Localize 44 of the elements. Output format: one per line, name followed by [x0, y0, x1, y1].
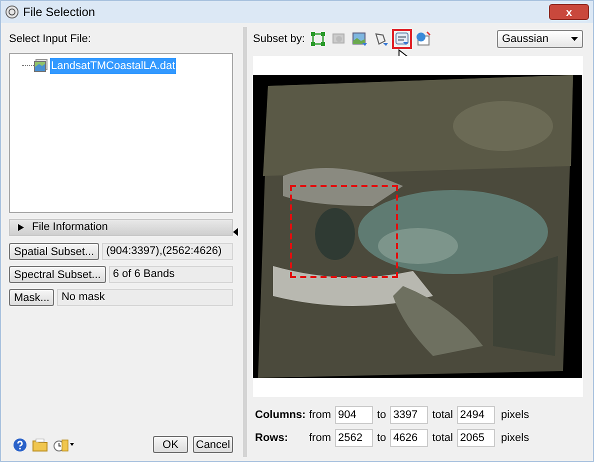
field-label: to: [377, 430, 386, 446]
field-label: total: [432, 408, 453, 423]
dialog-button[interactable]: Cancel: [193, 436, 233, 453]
dropdown-arrow-icon: [571, 37, 578, 41]
subset-button[interactable]: Mask...: [9, 288, 54, 306]
input-field[interactable]: 2494: [456, 406, 495, 424]
polygon-icon: [372, 31, 389, 47]
file-icon: [394, 31, 410, 47]
input-field[interactable]: 3397: [390, 406, 428, 424]
field-label: to: [377, 408, 386, 423]
close-button[interactable]: x: [549, 4, 589, 20]
dialog-button[interactable]: OK: [153, 436, 188, 453]
rectangle-icon: [310, 31, 326, 47]
field-label: from: [309, 430, 331, 446]
map-icon: [414, 31, 431, 47]
field-label: Rows:: [255, 430, 289, 446]
input-field[interactable]: 2065: [456, 429, 495, 447]
section-header[interactable]: File Information: [9, 218, 233, 236]
input-field[interactable]: 4626: [390, 429, 428, 447]
input-field[interactable]: 904: [335, 406, 373, 424]
folder-icon[interactable]: [32, 438, 48, 452]
value-field: 6 of 6 Bands: [108, 266, 233, 282]
app-icon: [5, 5, 19, 19]
field-label: Select Input File:: [9, 32, 92, 47]
help-icon[interactable]: [13, 438, 27, 452]
toolbar-label: Subset by:: [253, 32, 305, 47]
field-label: total: [432, 430, 453, 446]
collapse-arrow-icon[interactable]: [233, 228, 238, 236]
window-title: File Selection: [23, 4, 96, 21]
field-label: pixels: [500, 408, 530, 423]
clock-icon[interactable]: [53, 438, 75, 452]
subset-button[interactable]: Spatial Subset...: [9, 242, 100, 260]
field-label: Columns:: [255, 408, 307, 423]
subset-rectangle[interactable]: [290, 185, 398, 278]
field-label: from: [309, 408, 331, 423]
expand-triangle-icon: [18, 224, 24, 230]
input-field[interactable]: 2562: [335, 429, 373, 447]
subset-button[interactable]: Spectral Subset...: [9, 266, 106, 282]
raster-file-icon: [34, 59, 48, 72]
value-field: No mask: [57, 288, 233, 306]
value-field: (904:3397),(2562:4626): [102, 242, 233, 260]
resampling-dropdown[interactable]: Gaussian: [497, 30, 583, 48]
field-label: pixels: [500, 430, 530, 446]
image-icon: [352, 31, 368, 47]
